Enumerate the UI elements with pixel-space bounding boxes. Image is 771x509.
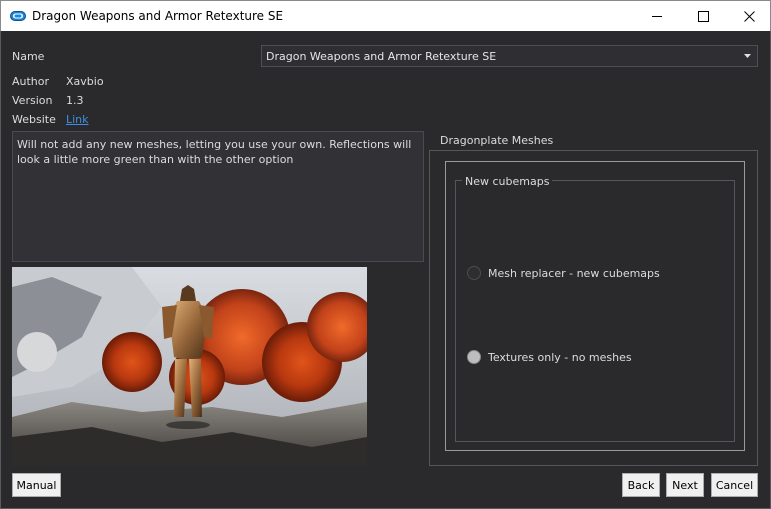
author-label: Author <box>12 75 50 88</box>
option-mesh-replacer[interactable]: Mesh replacer - new cubemaps <box>467 266 660 280</box>
author-value: Xavbio <box>66 75 104 88</box>
website-link[interactable]: Link <box>66 113 89 126</box>
maximize-button[interactable] <box>680 1 726 31</box>
chevron-down-icon <box>744 54 751 58</box>
option-textures-only[interactable]: Textures only - no meshes <box>467 350 632 364</box>
next-button[interactable]: Next <box>666 473 704 497</box>
options-group-title: Dragonplate Meshes <box>437 134 557 147</box>
close-button[interactable] <box>726 1 771 31</box>
version-label: Version <box>12 94 53 107</box>
name-select[interactable]: Dragon Weapons and Armor Retexture SE <box>261 45 758 67</box>
cancel-button[interactable]: Cancel <box>711 473 758 497</box>
radio-button-unchecked[interactable] <box>467 266 481 280</box>
description-box[interactable]: Will not add any new meshes, letting you… <box>12 131 424 262</box>
option-label: Textures only - no meshes <box>488 350 632 364</box>
minimize-icon <box>651 15 662 17</box>
close-icon <box>743 10 755 22</box>
preview-image <box>12 267 367 466</box>
window-title: Dragon Weapons and Armor Retexture SE <box>32 9 284 23</box>
name-label: Name <box>12 50 45 63</box>
version-value: 1.3 <box>66 94 84 107</box>
option-label: Mesh replacer - new cubemaps <box>488 266 660 280</box>
subgroup-title: New cubemaps <box>462 175 553 188</box>
radio-button-checked[interactable] <box>467 350 481 364</box>
app-cloud-icon <box>10 11 26 21</box>
armor-preview-illustration <box>12 267 367 466</box>
manual-button[interactable]: Manual <box>12 473 61 497</box>
name-select-value: Dragon Weapons and Armor Retexture SE <box>266 50 497 63</box>
title-bar: Dragon Weapons and Armor Retexture SE <box>0 0 771 31</box>
website-label: Website <box>12 113 56 126</box>
back-button[interactable]: Back <box>622 473 660 497</box>
subgroup-box <box>455 180 735 442</box>
minimize-button[interactable] <box>634 1 680 31</box>
maximize-icon <box>697 10 709 22</box>
